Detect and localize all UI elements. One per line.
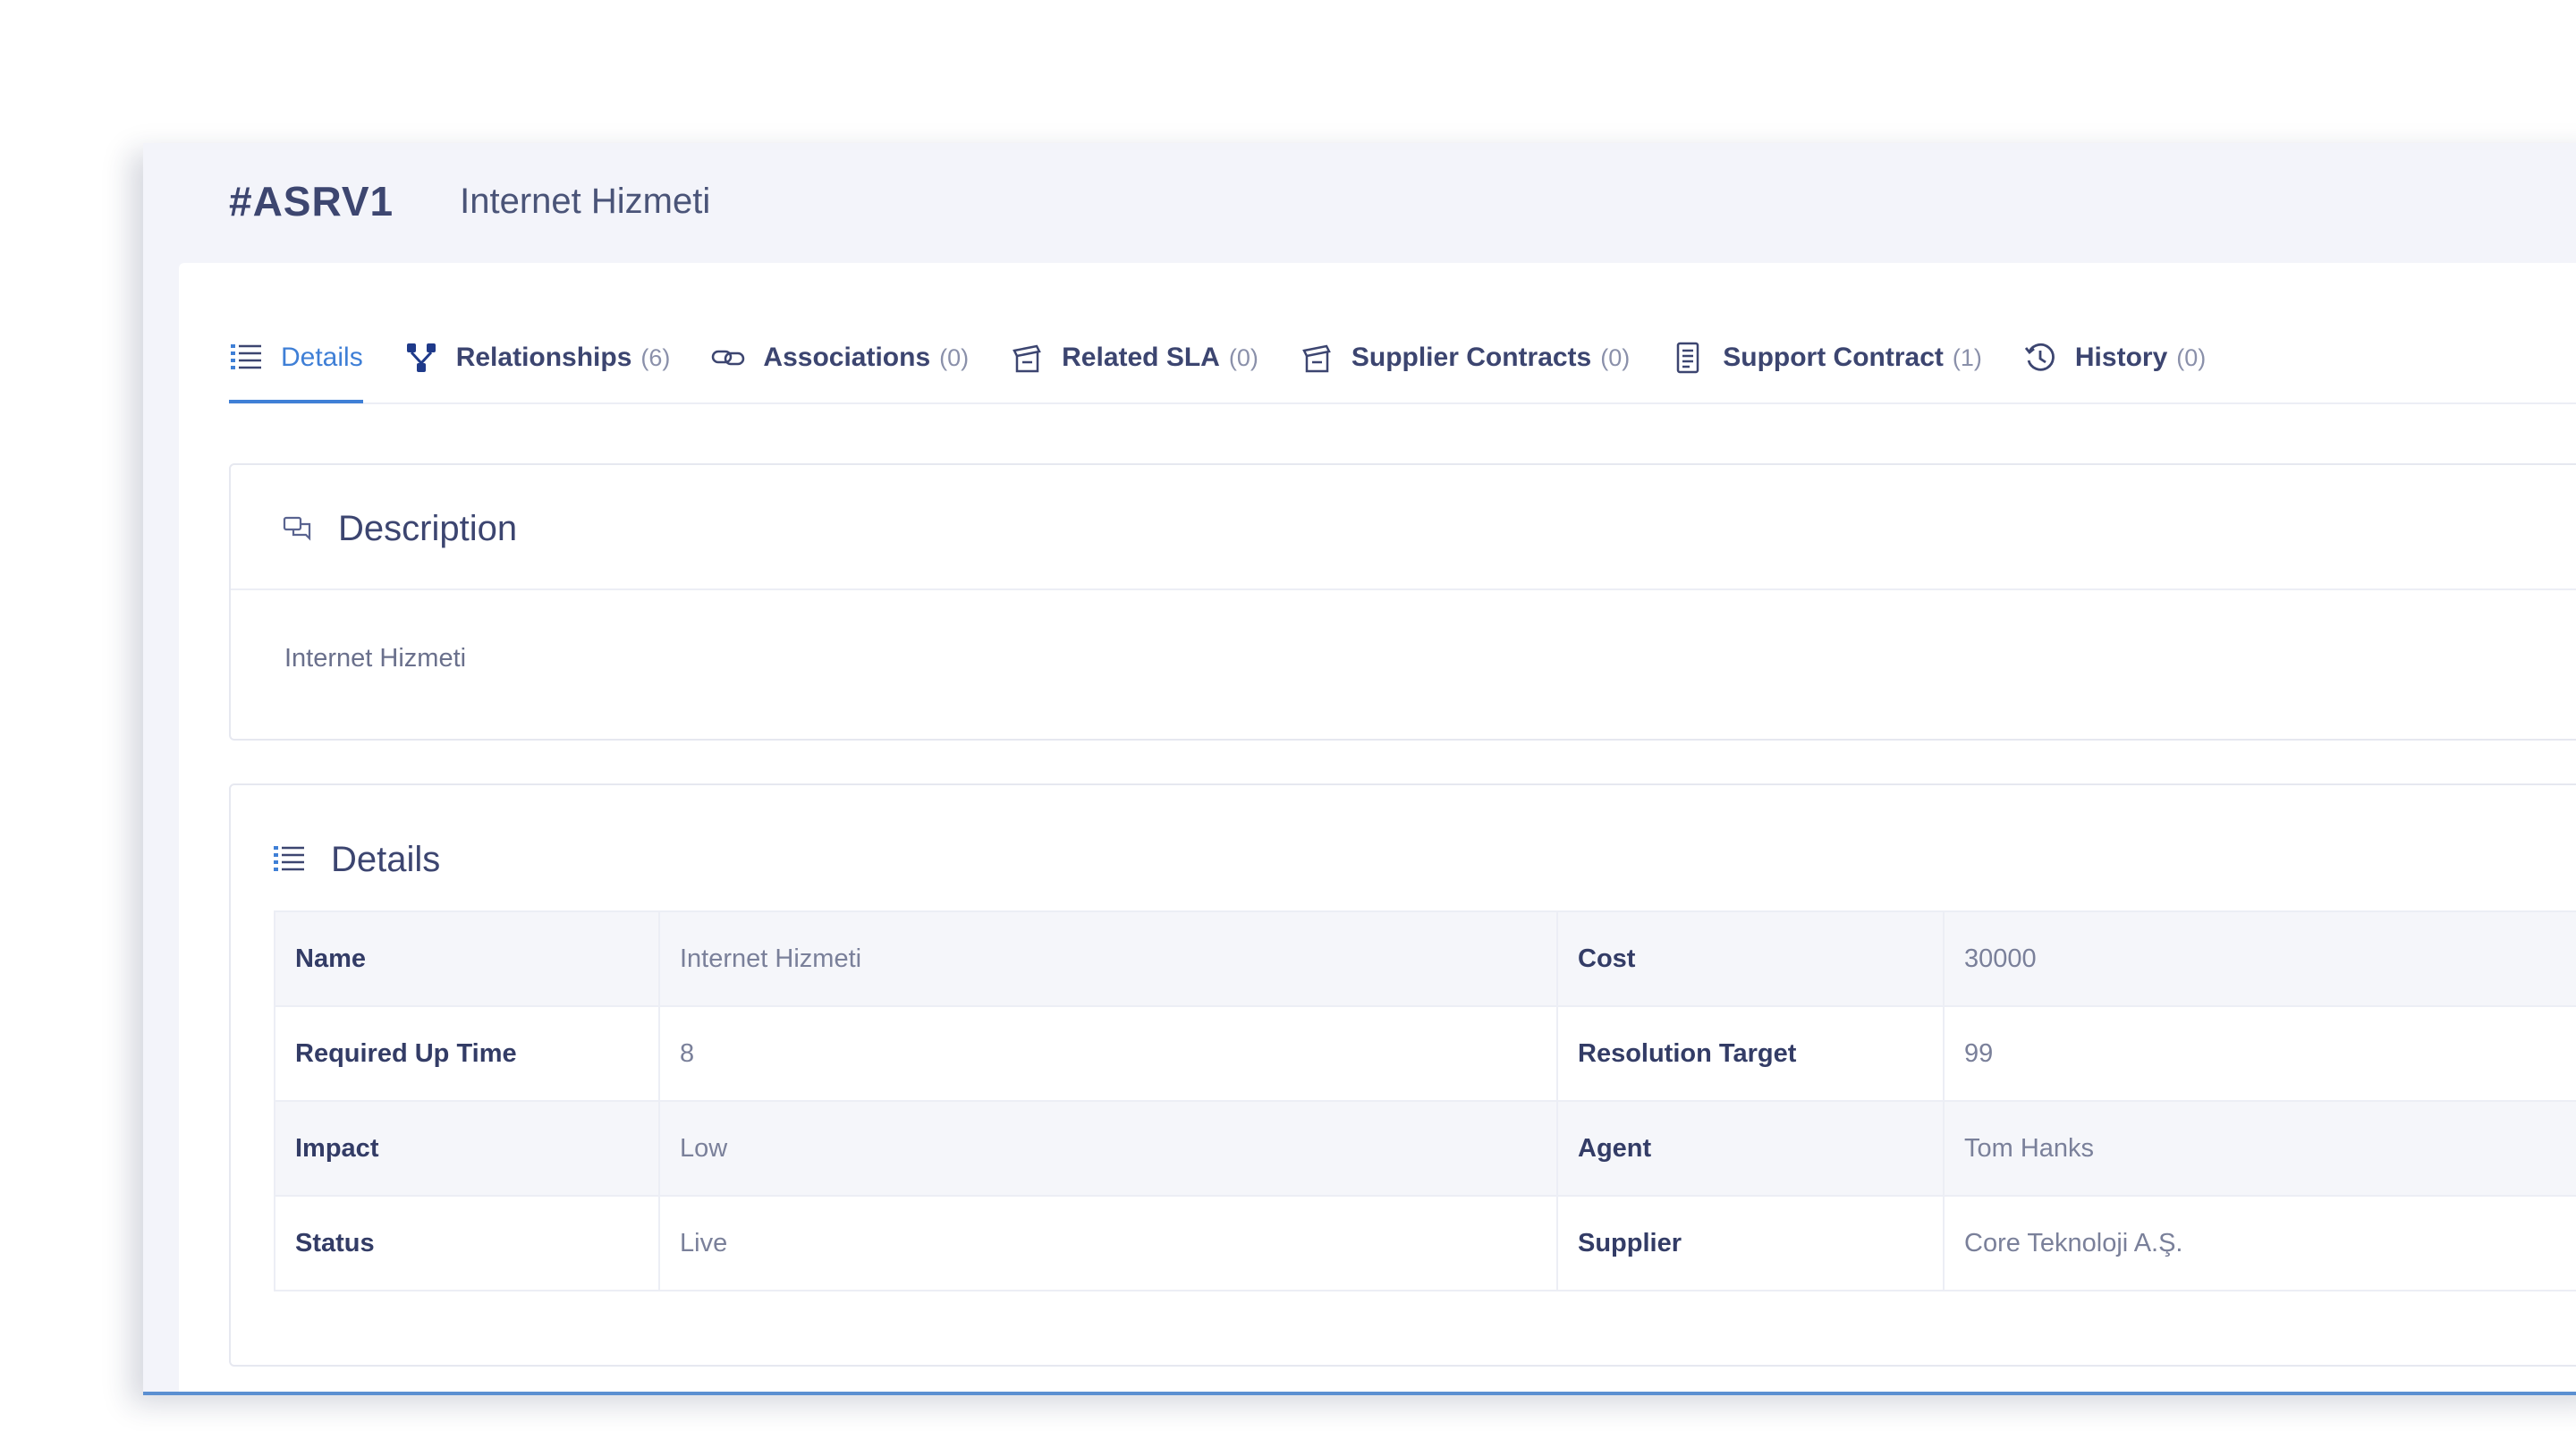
box-icon [1010,341,1044,375]
tab-count: (0) [1600,343,1631,371]
tab-label: History [2074,343,2168,372]
tab-related-sla[interactable]: Related SLA (0) [1010,313,1258,402]
tab-count: (0) [1228,343,1258,371]
description-panel: Description Internet Hizmeti [229,463,2576,741]
tab-label: Relationships [455,343,632,372]
field-label: Name [274,910,660,1007]
field-value: Live [658,1195,1558,1291]
record-name: Internet Hizmeti [460,181,711,221]
description-text: Internet Hizmeti [284,644,467,673]
document-icon [1671,341,1705,375]
field-value: Internet Hizmeti [658,910,1558,1007]
tab-supplier-contracts[interactable]: Supplier Contracts (0) [1300,313,1630,402]
tab-count: (0) [939,343,970,371]
tab-associations[interactable]: Associations (0) [711,313,969,402]
tab-label: Details [281,343,363,372]
field-value: 30000 [1943,910,2576,1007]
field-label: Supplier [1556,1195,1945,1291]
tab-label: Supplier Contracts [1351,343,1592,372]
tab-count: (1) [1952,343,1982,371]
list-icon [229,341,263,375]
details-table: Name Internet Hizmeti Cost 30000 Require… [274,910,2576,1291]
relationship-icon [404,341,438,375]
tab-count: (6) [640,343,671,371]
tab-support-contract[interactable]: Support Contract (1) [1671,313,1982,402]
service-window: #ASRV1 Internet Hizmeti Details Relation… [143,143,2576,1395]
record-id: #ASRV1 [229,178,394,224]
bottom-accent-line [143,1392,2576,1395]
box-icon [1300,341,1334,375]
details-panel: Details Name Internet Hizmeti Cost 30000… [229,783,2576,1367]
list-icon [272,843,306,876]
tab-relationships[interactable]: Relationships (6) [404,313,671,402]
field-value: 8 [658,1005,1558,1102]
tab-history[interactable]: History (0) [2023,313,2206,402]
tab-details[interactable]: Details [229,313,363,403]
divider [231,588,2576,590]
field-label: Cost [1556,910,1945,1007]
field-label: Impact [274,1100,660,1197]
tab-label: Related SLA [1062,343,1220,372]
table-row: Status Live Supplier Core Teknoloji A.Ş. [274,1195,2576,1291]
field-label: Status [274,1195,660,1291]
page-header: #ASRV1 Internet Hizmeti [229,161,710,241]
field-value: Low [658,1100,1558,1197]
description-title: Description [338,508,518,548]
table-row: Required Up Time 8 Resolution Target 99 [274,1005,2576,1102]
field-label: Resolution Target [1556,1005,1945,1102]
link-icon [711,341,745,375]
field-value: 99 [1943,1005,2576,1102]
tab-bar: Details Relationships (6) Associations (… [229,313,2576,404]
field-label: Agent [1556,1100,1945,1197]
field-value: Tom Hanks [1943,1100,2576,1197]
description-header: Description [283,497,517,560]
content-card: Details Relationships (6) Associations (… [179,263,2576,1395]
field-label: Required Up Time [274,1005,660,1102]
tab-label: Support Contract [1723,343,1944,372]
field-value: Core Teknoloji A.Ş. [1943,1195,2576,1291]
tab-count: (0) [2176,343,2207,371]
tab-label: Associations [763,343,931,372]
table-row: Name Internet Hizmeti Cost 30000 [274,910,2576,1007]
table-row: Impact Low Agent Tom Hanks [274,1100,2576,1197]
details-header: Details [272,828,440,891]
comment-icon [283,515,313,542]
history-icon [2023,341,2057,375]
details-title: Details [331,839,441,879]
